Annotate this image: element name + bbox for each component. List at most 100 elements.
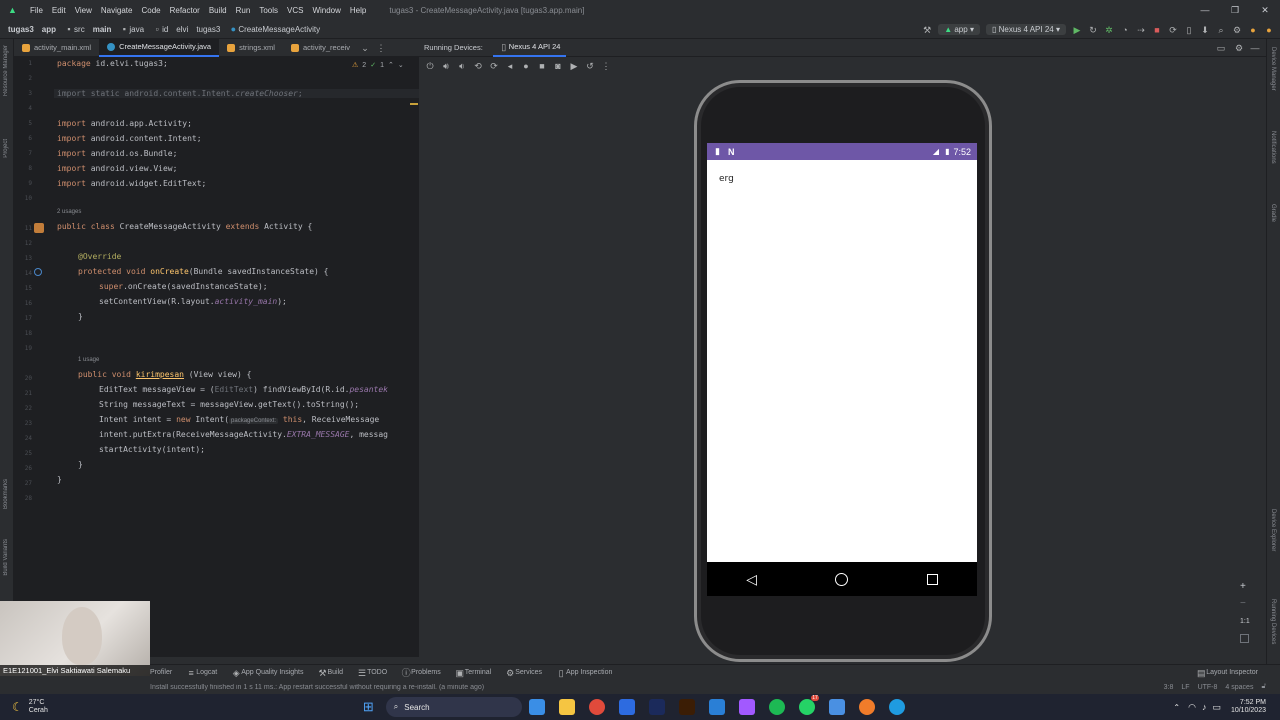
attach-debugger-icon[interactable]: ⇢ xyxy=(1136,25,1146,35)
app-store-icon[interactable] xyxy=(828,699,845,715)
wifi-icon[interactable]: ◠ xyxy=(1188,702,1196,713)
tab-app-quality-insights[interactable]: ◈ App Quality Insights xyxy=(231,668,304,678)
screen-record-icon[interactable]: ▶ xyxy=(569,61,579,71)
breadcrumb-class[interactable]: ● CreateMessageActivity xyxy=(228,24,321,34)
tab-activity-main-xml[interactable]: activity_main.xml xyxy=(14,39,99,57)
code-editor[interactable]: 1 2 3 4 5 6 7 8 9 10 11 12 13 14 15 16 1… xyxy=(14,57,419,657)
project-tab[interactable]: Project xyxy=(3,139,9,158)
breadcrumb-id[interactable]: ▫ id xyxy=(152,24,168,34)
chevron-down-icon[interactable]: ⌄ xyxy=(360,43,370,53)
menu-edit[interactable]: Edit xyxy=(52,6,66,15)
close-icon[interactable]: ✕ xyxy=(1250,0,1280,20)
usages-hint[interactable]: 1 usage xyxy=(78,357,99,363)
menu-build[interactable]: Build xyxy=(209,6,227,15)
tab-create-message-activity[interactable]: CreateMessageActivity.java xyxy=(99,38,220,57)
breadcrumb-tugas3[interactable]: tugas3 xyxy=(196,25,220,34)
weather-widget[interactable]: 27°C Cerah xyxy=(29,699,48,715)
tab-strings-xml[interactable]: strings.xml xyxy=(219,39,283,57)
resource-manager-tab[interactable]: Resource Manager xyxy=(3,45,9,96)
more-options-icon[interactable]: ⋮ xyxy=(376,43,386,53)
stop-icon[interactable]: ■ xyxy=(1152,25,1162,35)
account-icon[interactable]: ● xyxy=(1264,25,1274,35)
breadcrumb-main[interactable]: main xyxy=(93,25,112,34)
battery-tray-icon[interactable]: ▭ xyxy=(1212,702,1221,713)
tab-profiler[interactable]: Profiler xyxy=(150,669,172,676)
inspection-widget[interactable]: ⚠ 2 ✓ 1 ⌃ ⌄ xyxy=(352,61,404,70)
weather-icon[interactable]: ☾ xyxy=(12,700,23,714)
rotate-left-icon[interactable]: ⟲ xyxy=(473,61,483,71)
clock[interactable]: 7:52 PM 10/10/2023 xyxy=(1231,699,1266,715)
settings-icon[interactable]: ⚙ xyxy=(1234,43,1244,53)
updates-icon[interactable]: ● xyxy=(1248,25,1258,35)
menu-window[interactable]: Window xyxy=(312,6,340,15)
breadcrumb-project[interactable]: tugas3 xyxy=(8,25,34,34)
spotify-icon[interactable] xyxy=(768,699,785,715)
device-screen[interactable]: ▮ N ◢ ▮ 7:52 erg ◁ xyxy=(707,143,977,596)
device-manager-icon[interactable]: ▯ xyxy=(1184,25,1194,35)
chevron-down-icon[interactable]: ⌄ xyxy=(398,61,404,69)
device-manager-tab[interactable]: Device Manager xyxy=(1270,47,1276,91)
run-icon[interactable]: ▶ xyxy=(1072,25,1082,35)
start-icon[interactable]: ⊞ xyxy=(363,699,374,715)
file-encoding[interactable]: UTF-8 xyxy=(1198,684,1218,691)
sdk-manager-icon[interactable]: ⬇ xyxy=(1200,25,1210,35)
back-icon[interactable]: ◂ xyxy=(505,61,515,71)
tab-problems[interactable]: ⓘ Problems xyxy=(401,668,441,678)
running-devices-tab[interactable]: Running Devices xyxy=(1270,599,1276,644)
usages-hint[interactable]: 2 usages xyxy=(57,209,81,215)
whatsapp-icon[interactable]: 17 xyxy=(798,695,819,715)
breadcrumb-java[interactable]: ▪ java xyxy=(119,24,144,34)
run-config-select[interactable]: ▲ app ▾ xyxy=(938,24,980,35)
tab-terminal[interactable]: ▣ Terminal xyxy=(455,668,491,678)
hammer-icon[interactable]: ⚒ xyxy=(922,25,932,35)
nav-home-icon[interactable] xyxy=(835,572,849,586)
menu-tools[interactable]: Tools xyxy=(259,6,278,15)
volume-icon[interactable]: ♪ xyxy=(1202,702,1207,712)
tab-todo[interactable]: ☰ TODO xyxy=(357,668,387,678)
zoom-actual-size-button[interactable]: 1:1 xyxy=(1240,618,1250,625)
menu-help[interactable]: Help xyxy=(350,6,366,15)
firefox-icon[interactable] xyxy=(858,699,875,715)
menu-vcs[interactable]: VCS xyxy=(287,6,303,15)
tab-activity-receive[interactable]: activity_receiv xyxy=(283,39,358,57)
tab-app-inspection[interactable]: ▯ App Inspection xyxy=(556,668,613,678)
settings-icon[interactable]: ⚙ xyxy=(1232,25,1242,35)
menu-navigate[interactable]: Navigate xyxy=(101,6,133,15)
file-explorer-icon[interactable] xyxy=(558,699,575,715)
sync-icon[interactable]: ⟳ xyxy=(1168,25,1178,35)
vscode-icon[interactable] xyxy=(708,699,725,715)
gradle-tab[interactable]: Gradle xyxy=(1270,204,1276,222)
indent-setting[interactable]: 4 spaces xyxy=(1225,684,1253,691)
tab-build[interactable]: ⚒ Build xyxy=(317,668,343,678)
breadcrumb-src[interactable]: ▪ src xyxy=(64,24,84,34)
figma-icon[interactable] xyxy=(738,699,755,715)
caret-position[interactable]: 3:8 xyxy=(1164,684,1174,691)
overview-icon[interactable]: ■ xyxy=(537,61,547,71)
profile-icon[interactable]: ◔ xyxy=(1120,25,1130,35)
bookmarks-tab[interactable]: Bookmarks xyxy=(3,479,9,509)
tab-logcat[interactable]: ≡ Logcat xyxy=(186,668,218,678)
snapshot-icon[interactable]: ↺ xyxy=(585,61,595,71)
tab-layout-inspector[interactable]: ▤ Layout Inspector xyxy=(1196,668,1258,678)
fit-screen-icon[interactable] xyxy=(1240,634,1249,643)
minimize-icon[interactable]: — xyxy=(1190,0,1220,20)
menu-run[interactable]: Run xyxy=(236,6,251,15)
photoshop-icon[interactable] xyxy=(648,699,665,715)
home-icon[interactable]: ● xyxy=(521,61,531,71)
warning-stripe[interactable] xyxy=(410,103,418,105)
status-message[interactable]: Install successfully finished in 1 s 11 … xyxy=(150,684,790,691)
nav-back-icon[interactable]: ◁ xyxy=(746,571,757,588)
rotate-right-icon[interactable]: ⟳ xyxy=(489,61,499,71)
edge-icon[interactable] xyxy=(888,699,905,715)
build-variants-tab[interactable]: Build Variants xyxy=(3,539,9,576)
search-box[interactable]: ⌕ Search xyxy=(385,697,522,717)
debug-icon[interactable]: ✲ xyxy=(1104,25,1114,35)
maximize-icon[interactable]: ❐ xyxy=(1220,0,1250,20)
task-view-icon[interactable] xyxy=(528,699,545,715)
menu-file[interactable]: File xyxy=(30,6,43,15)
override-gutter-icon[interactable] xyxy=(34,268,42,276)
menu-code[interactable]: Code xyxy=(141,6,160,15)
menu-refactor[interactable]: Refactor xyxy=(170,6,200,15)
device-explorer-tab[interactable]: Device Explorer xyxy=(1270,509,1276,551)
zoom-in-button[interactable]: + xyxy=(1240,581,1246,592)
